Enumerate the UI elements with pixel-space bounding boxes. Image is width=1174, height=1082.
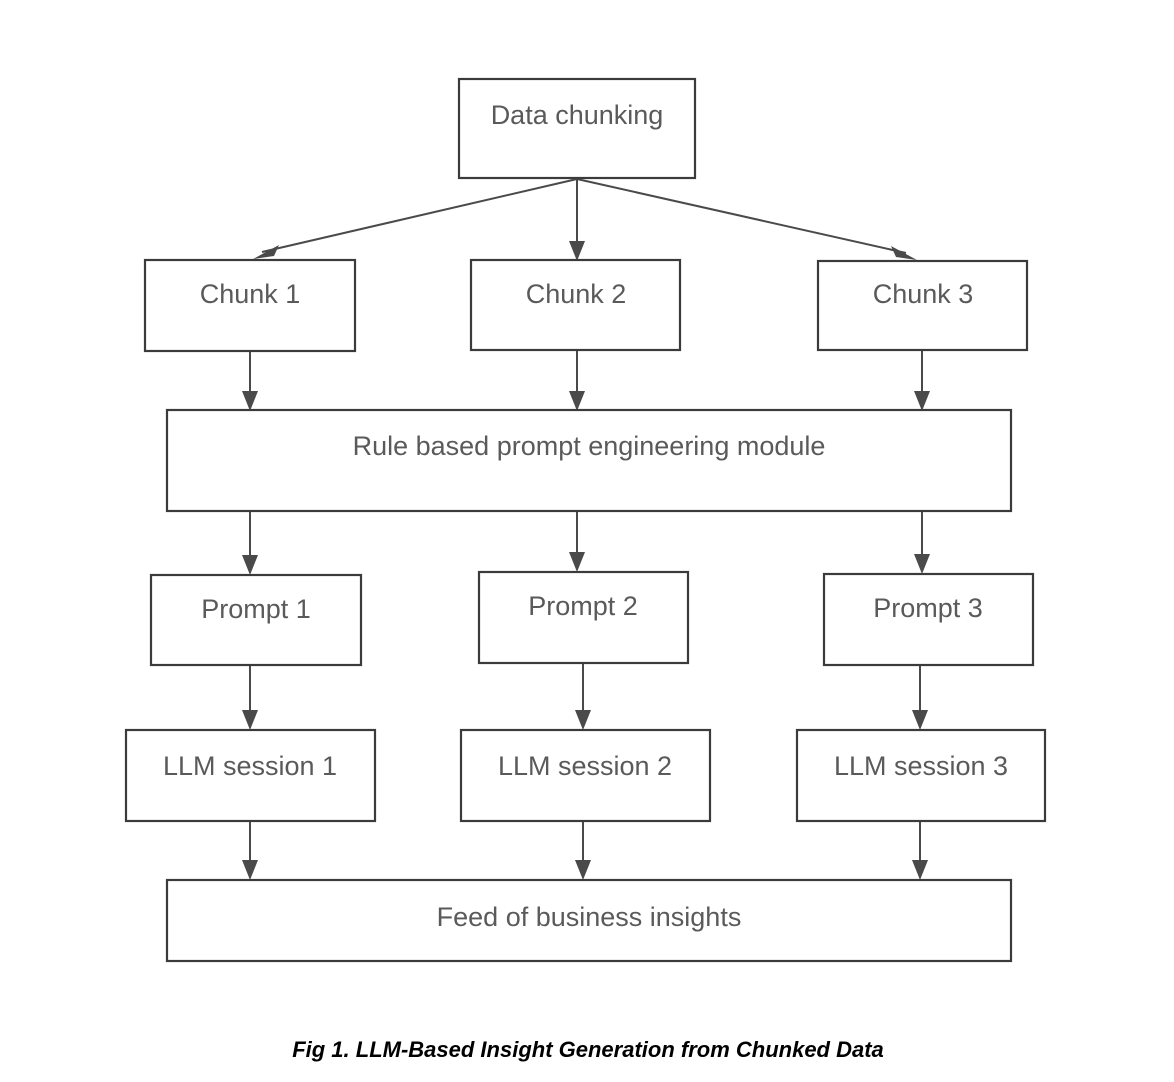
edge-source-to-chunk2-arrowhead (569, 241, 585, 261)
edge-group-module-to-prompts (242, 511, 930, 575)
node-llm-session-2[interactable]: LLM session 2 (459, 728, 712, 823)
figure-caption: Fig 1. LLM-Based Insight Generation from… (292, 1037, 884, 1062)
node-llm-session-2-label: LLM session 2 (498, 751, 672, 781)
node-data-chunking[interactable]: Data chunking (457, 77, 697, 180)
edge-prompt2-to-session2-arrowhead (575, 710, 591, 730)
node-chunk-1[interactable]: Chunk 1 (143, 258, 357, 353)
node-output-label: Feed of business insights (437, 902, 742, 932)
edge-module-to-prompt2-arrowhead (569, 552, 585, 572)
edge-module-to-prompt3-arrowhead (914, 554, 930, 574)
node-llm-session-3-label: LLM session 3 (834, 751, 1008, 781)
node-llm-session-1[interactable]: LLM session 1 (124, 728, 377, 823)
node-chunk-3[interactable]: Chunk 3 (816, 259, 1029, 352)
edge-source-to-chunk3-arrowhead (891, 246, 917, 260)
edge-group-prompts-to-sessions (242, 663, 928, 730)
flowchart-diagram: Data chunking Chunk 1 Chunk 2 Chunk 3 Ru… (0, 0, 1174, 1082)
node-feed-of-business-insights[interactable]: Feed of business insights (165, 878, 1013, 963)
edge-source-to-chunk3-line (576, 178, 907, 254)
edge-chunk2-to-module-arrowhead (569, 391, 585, 411)
node-module-label: Rule based prompt engineering module (353, 431, 826, 461)
node-prompt-2-label: Prompt 2 (528, 591, 638, 621)
edge-session1-to-output-arrowhead (242, 860, 258, 880)
node-prompt-2[interactable]: Prompt 2 (477, 570, 690, 665)
node-prompt-1[interactable]: Prompt 1 (149, 573, 363, 667)
edge-group-source-to-chunks (253, 178, 917, 261)
node-chunk-1-label: Chunk 1 (200, 279, 301, 309)
edge-group-chunks-to-module (242, 350, 930, 411)
edge-prompt3-to-session3-arrowhead (912, 710, 928, 730)
edge-source-to-chunk1-arrowhead (253, 245, 279, 259)
edge-module-to-prompt1-arrowhead (242, 555, 258, 575)
node-chunk-3-label: Chunk 3 (873, 279, 974, 309)
node-llm-session-1-label: LLM session 1 (163, 751, 337, 781)
edge-chunk1-to-module-arrowhead (242, 391, 258, 411)
node-llm-session-3[interactable]: LLM session 3 (795, 728, 1047, 823)
edge-session3-to-output-arrowhead (912, 860, 928, 880)
edge-chunk3-to-module-arrowhead (914, 391, 930, 411)
node-rule-based-prompt-engineering-module[interactable]: Rule based prompt engineering module (165, 408, 1013, 513)
edge-session2-to-output-arrowhead (575, 860, 591, 880)
node-data-chunking-label: Data chunking (491, 100, 664, 130)
edge-source-to-chunk1-line (261, 178, 578, 253)
edge-prompt1-to-session1-arrowhead (242, 710, 258, 730)
node-prompt-3[interactable]: Prompt 3 (822, 572, 1035, 667)
node-prompt-3-label: Prompt 3 (873, 593, 983, 623)
node-chunk-2-label: Chunk 2 (526, 279, 627, 309)
node-chunk-2[interactable]: Chunk 2 (469, 258, 682, 352)
edge-group-sessions-to-output (242, 821, 928, 880)
node-prompt-1-label: Prompt 1 (201, 594, 311, 624)
